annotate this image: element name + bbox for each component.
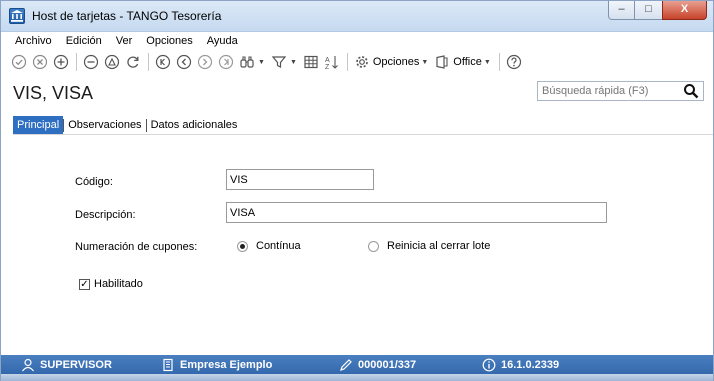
title-bar[interactable]: Host de tarjetas - TANGO Tesorería – □ X: [1, 1, 713, 32]
menu-ver[interactable]: Ver: [116, 33, 133, 50]
radio-continua[interactable]: Contínua: [237, 240, 301, 252]
app-window: Host de tarjetas - TANGO Tesorería – □ X…: [0, 0, 714, 381]
close-button[interactable]: X: [662, 1, 707, 20]
tab-principal[interactable]: Principal: [13, 116, 64, 134]
gear-icon[interactable]: [352, 52, 372, 72]
status-bar: SUPERVISOR Empresa Ejemplo 000001/337 16…: [1, 355, 713, 374]
numeracion-label: Numeración de cupones:: [75, 241, 198, 253]
tabs-divider: [13, 134, 713, 135]
minimize-button[interactable]: –: [608, 1, 635, 20]
last-record-icon[interactable]: [216, 52, 236, 72]
user-icon: [22, 358, 34, 371]
status-version-text: 16.1.0.2339: [501, 358, 560, 371]
toolbar-separator: [148, 53, 149, 71]
toolbar-separator: [76, 53, 77, 71]
accept-icon[interactable]: [9, 52, 29, 72]
quick-search-input[interactable]: [538, 82, 678, 100]
checkmark-icon[interactable]: ✓: [79, 278, 90, 290]
help-icon[interactable]: [504, 52, 524, 72]
tab-observaciones[interactable]: Observaciones: [64, 116, 145, 134]
menu-archivo[interactable]: Archivo: [15, 33, 52, 50]
status-user-text: SUPERVISOR: [40, 358, 112, 371]
radio-reinicia[interactable]: Reinicia al cerrar lote: [368, 240, 490, 252]
window-controls: – □ X: [608, 1, 707, 21]
dropdown-arrow-icon[interactable]: ▼: [258, 59, 265, 66]
refresh-icon[interactable]: [123, 52, 143, 72]
quick-search-box[interactable]: [537, 81, 704, 101]
codigo-input[interactable]: [226, 169, 374, 190]
search-icon[interactable]: [683, 83, 699, 99]
sort-icon[interactable]: AZ: [322, 52, 342, 72]
previous-record-icon[interactable]: [174, 52, 194, 72]
dropdown-arrow-icon[interactable]: ▼: [484, 59, 491, 66]
cancel-icon[interactable]: [30, 52, 50, 72]
status-version: 16.1.0.2339: [482, 355, 559, 374]
remove-icon[interactable]: [81, 52, 101, 72]
binoculars-icon[interactable]: [237, 52, 257, 72]
radio-continua-label: Contínua: [256, 240, 301, 252]
window-bottom-border: [1, 374, 713, 381]
add-icon[interactable]: [51, 52, 71, 72]
tab-bar: Principal Observaciones Datos adicionale…: [13, 116, 241, 134]
menu-ayuda[interactable]: Ayuda: [207, 33, 238, 50]
office-button[interactable]: Office: [453, 56, 482, 68]
record-title: VIS, VISA: [13, 83, 94, 103]
record-header: VIS, VISA: [1, 79, 713, 109]
habilitado-checkbox[interactable]: ✓ Habilitado: [79, 278, 143, 290]
grid-icon[interactable]: [301, 52, 321, 72]
status-user: SUPERVISOR: [21, 355, 112, 374]
radio-button-unchecked[interactable]: [368, 240, 379, 252]
descripcion-input[interactable]: [226, 202, 607, 223]
bank-icon: [9, 8, 25, 24]
radio-button-checked[interactable]: [237, 240, 248, 252]
next-record-icon[interactable]: [195, 52, 215, 72]
status-id-text: 000001/337: [358, 358, 417, 371]
codigo-label: Código:: [75, 176, 113, 188]
menu-opciones[interactable]: Opciones: [146, 33, 192, 50]
modify-icon[interactable]: [102, 52, 122, 72]
svg-text:A: A: [325, 57, 330, 64]
office-icon[interactable]: [432, 52, 452, 72]
status-id: 000001/337: [339, 355, 416, 374]
tab-datos-adicionales[interactable]: Datos adicionales: [147, 116, 242, 134]
window-title: Host de tarjetas - TANGO Tesorería: [32, 9, 222, 23]
status-company-text: Empresa Ejemplo: [180, 358, 273, 371]
menu-bar: Archivo Edición Ver Opciones Ayuda: [1, 33, 713, 50]
descripcion-label: Descripción:: [75, 209, 136, 221]
toolbar-separator: [346, 53, 348, 71]
maximize-button[interactable]: □: [635, 1, 662, 20]
habilitado-label: Habilitado: [94, 278, 143, 290]
info-icon: [482, 358, 496, 371]
first-record-icon[interactable]: [153, 52, 173, 72]
pencil-icon: [340, 358, 352, 371]
dropdown-arrow-icon[interactable]: ▼: [421, 59, 428, 66]
dropdown-arrow-icon[interactable]: ▼: [290, 59, 297, 66]
menu-edicion[interactable]: Edición: [66, 33, 102, 50]
toolbar-separator: [498, 53, 500, 71]
filter-icon[interactable]: [269, 52, 289, 72]
status-company: Empresa Ejemplo: [161, 355, 272, 374]
building-icon: [163, 358, 173, 371]
options-button[interactable]: Opciones: [373, 56, 419, 68]
svg-text:Z: Z: [325, 64, 330, 70]
radio-reinicia-label: Reinicia al cerrar lote: [387, 240, 491, 252]
toolbar: ▼ ▼ AZ Opciones ▼ Office ▼: [1, 50, 713, 74]
